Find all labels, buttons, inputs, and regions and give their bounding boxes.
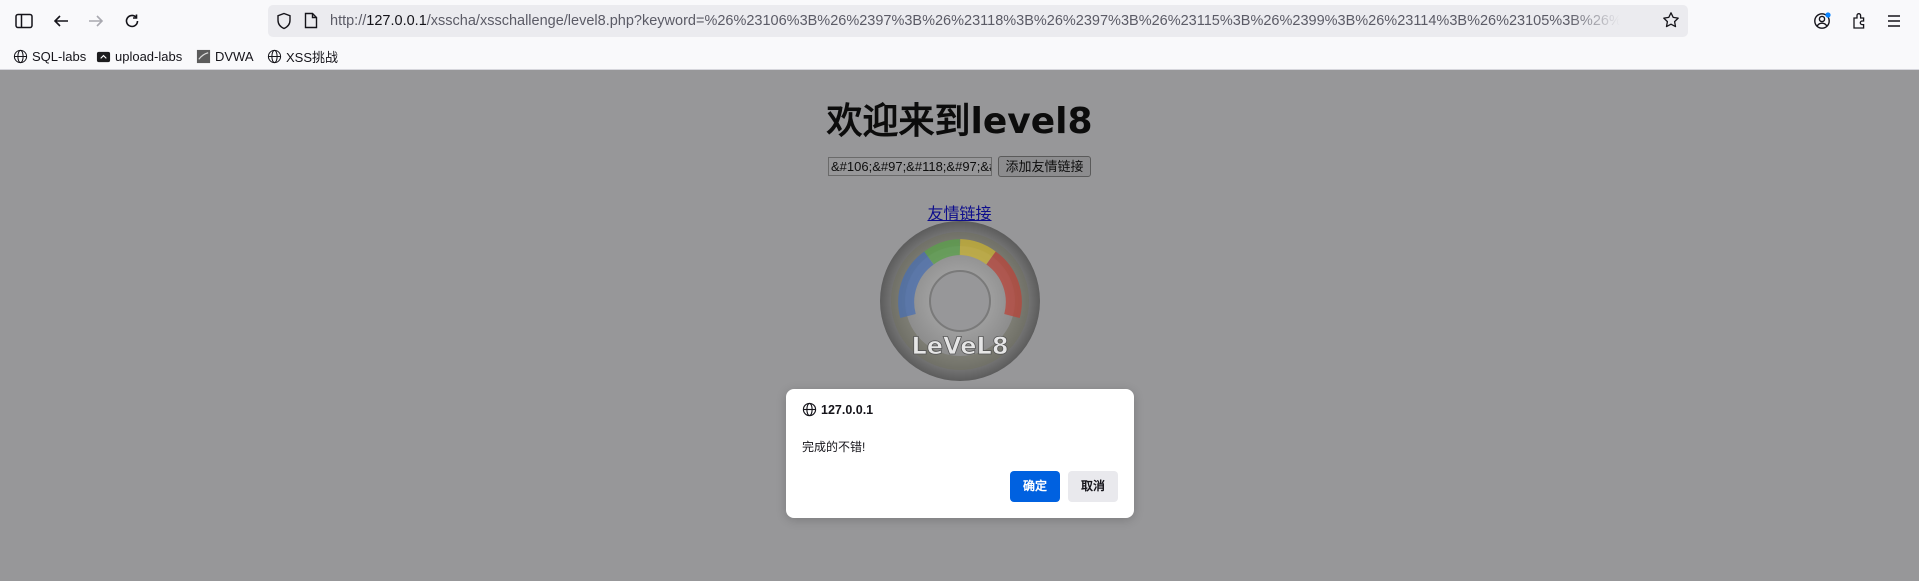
page-title: 欢迎来到level8 — [826, 101, 1093, 142]
dialog-origin: 127.0.0.1 — [802, 402, 873, 417]
bookmark-label: SQL-labs — [32, 48, 87, 64]
page-info-icon[interactable] — [304, 12, 318, 34]
level8-disc-image: LeVeL8 — [880, 221, 1040, 381]
dialog-message: 完成的不错! — [802, 440, 866, 454]
bookmark-dvwa[interactable]: DVWA — [196, 47, 254, 65]
url-path: /xsscha/xsschallenge/level8.php?keyword=… — [426, 13, 1620, 29]
reload-icon[interactable] — [118, 8, 146, 34]
dvwa-favicon-icon — [196, 49, 211, 64]
ok-button[interactable]: 确定 — [1010, 471, 1060, 502]
globe-icon — [13, 49, 28, 64]
url-prefix: http:// — [330, 13, 367, 29]
dialog-origin-text: 127.0.0.1 — [821, 402, 874, 417]
forward-arrow-icon[interactable] — [82, 8, 110, 34]
extensions-icon[interactable] — [1846, 8, 1874, 34]
keyword-input[interactable]: &#106;&#97;&#118;&#97;&#115;&#99;&#114;&… — [828, 157, 992, 176]
account-icon[interactable] — [1809, 8, 1837, 34]
alert-dialog: 127.0.0.1 完成的不错! 确定 取消 — [786, 389, 1134, 518]
add-friend-link-button[interactable]: 添加友情链接 — [998, 156, 1091, 177]
tracking-shield-icon[interactable] — [276, 12, 292, 35]
url-host: 127.0.0.1 — [366, 13, 427, 29]
bookmark-label: XSS挑战 — [286, 49, 339, 65]
bookmarks-toolbar: SQL-labs upload-labs DVWA XSS挑战 — [0, 42, 1919, 70]
bookmark-upload-labs[interactable]: upload-labs — [96, 47, 182, 65]
bookmark-label: upload-labs — [115, 48, 183, 64]
upload-labs-favicon-icon — [96, 49, 111, 64]
url-text[interactable]: http://127.0.0.1/xsscha/xsschallenge/lev… — [330, 5, 1620, 37]
disc-logo-text: LeVeL8 — [911, 332, 1008, 360]
bookmark-xss[interactable]: XSS挑战 — [267, 47, 338, 65]
menu-icon[interactable] — [1880, 8, 1908, 34]
sidebar-toggle-icon[interactable] — [10, 8, 38, 34]
back-arrow-icon[interactable] — [47, 8, 75, 34]
globe-icon — [267, 49, 282, 64]
bookmark-star-icon[interactable] — [1662, 11, 1680, 34]
globe-icon — [802, 402, 817, 417]
bookmark-label: DVWA — [215, 48, 254, 64]
browser-toolbar: http://127.0.0.1/xsscha/xsschallenge/lev… — [0, 0, 1919, 42]
bookmark-sql-labs[interactable]: SQL-labs — [13, 47, 86, 65]
cancel-button[interactable]: 取消 — [1068, 471, 1118, 502]
url-bar[interactable]: http://127.0.0.1/xsscha/xsschallenge/lev… — [268, 5, 1688, 37]
